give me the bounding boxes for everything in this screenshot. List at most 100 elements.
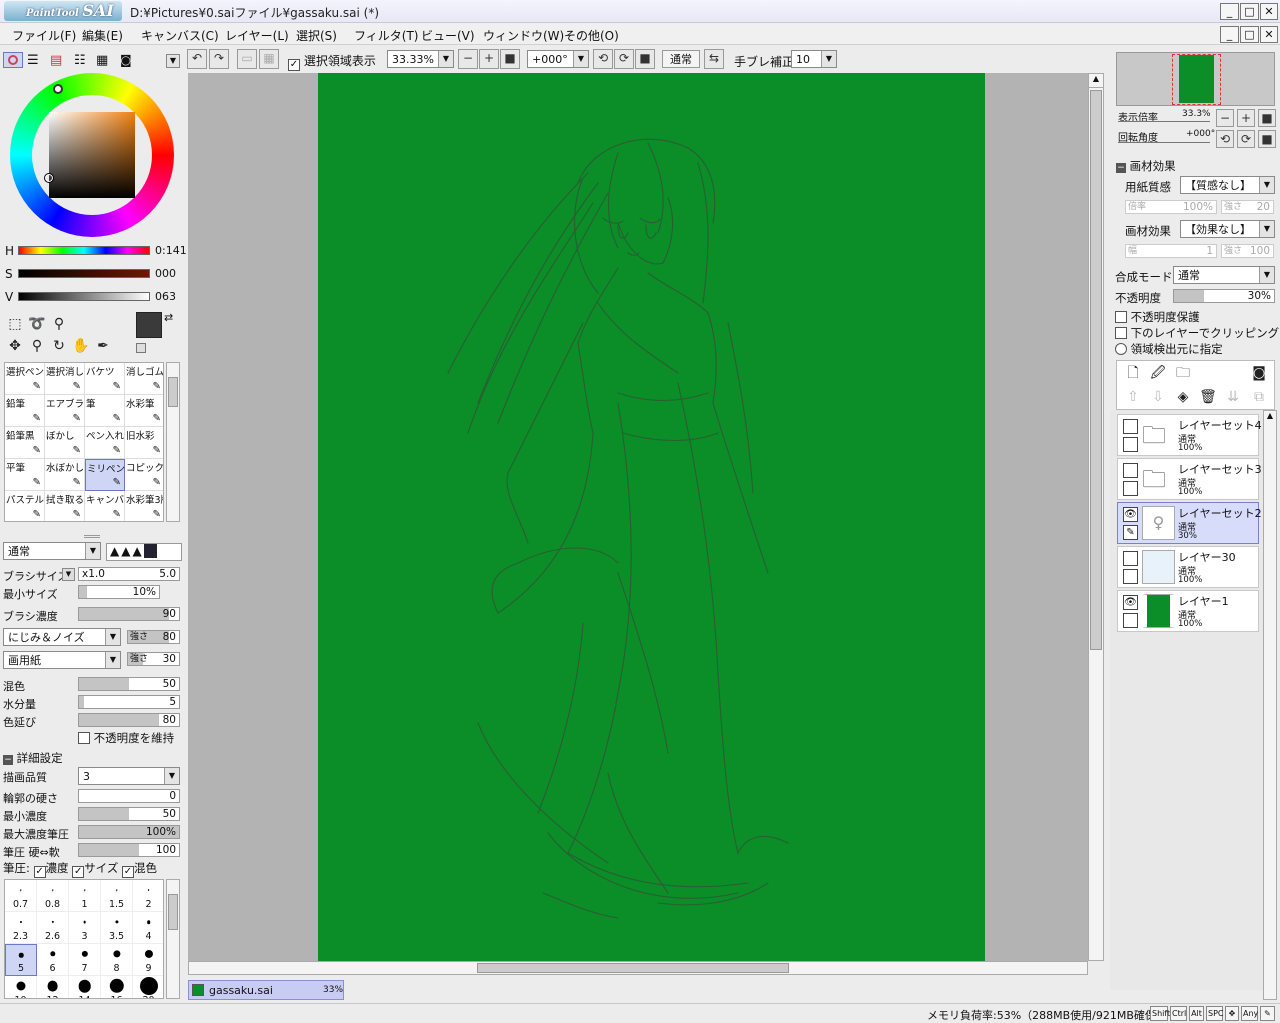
scroll-up-arrow[interactable]: ▲ — [1264, 411, 1276, 423]
visibility-toggle[interactable] — [1123, 419, 1138, 434]
doc-restore-button[interactable]: □ — [1240, 26, 1259, 43]
brush-tool-bucket[interactable]: バケツ ✎ — [85, 363, 125, 395]
eye-icon[interactable]: 👁 — [1123, 507, 1138, 522]
redo-button[interactable]: ↷ — [209, 49, 229, 69]
move-up-icon[interactable]: ⇧ — [1123, 387, 1143, 407]
zoom-reset-button[interactable]: ■ — [500, 49, 520, 69]
brush-size-preset[interactable]: 4 — [133, 912, 163, 944]
rect-select-icon[interactable]: ⬚ — [5, 314, 25, 334]
pressure-slider[interactable]: 100 — [78, 843, 180, 857]
brush-tool-eraser-select[interactable]: 選択消し ✎ — [45, 363, 85, 395]
brush-size-preset[interactable]: 12 — [37, 976, 69, 998]
hue-handle[interactable] — [53, 84, 63, 94]
primary-color-swatch[interactable] — [136, 312, 162, 338]
value-slider[interactable] — [18, 292, 150, 301]
scratchpad-tab[interactable]: ▦ — [96, 53, 108, 68]
move-down-icon[interactable]: ⇩ — [1148, 387, 1168, 407]
advanced-settings-toggle[interactable]: − 詳細設定 — [3, 750, 63, 766]
texture2-strength-slider[interactable]: 強さ画用紙30 — [127, 652, 180, 666]
eye-icon[interactable]: 👁 — [1123, 595, 1138, 610]
deselect-button[interactable]: ▭ — [237, 49, 257, 69]
scroll-thumb[interactable] — [477, 963, 789, 973]
layer-lock-toggle[interactable] — [1123, 569, 1138, 584]
brush-shape-selector[interactable]: ▲▲▲■ — [106, 543, 182, 561]
menu-edit[interactable]: 編集(E) — [82, 27, 123, 44]
navigator-view-rect[interactable] — [1172, 54, 1221, 105]
saturation-value-square[interactable] — [44, 112, 135, 198]
scroll-thumb[interactable] — [1090, 90, 1102, 650]
nav-zoom-in-button[interactable]: + — [1237, 109, 1255, 127]
swatch-tab[interactable]: ☷ — [74, 53, 86, 68]
paper-effect-select[interactable]: 【効果なし】 ▼ — [1180, 220, 1275, 238]
brush-size-preset[interactable]: 14 — [69, 976, 101, 998]
brush-size-preset[interactable]: 0.7 — [5, 880, 37, 912]
menu-filter[interactable]: フィルタ(T) — [354, 27, 418, 44]
selection-source-radio[interactable]: 領域検出元に指定 — [1115, 341, 1223, 357]
saturation-slider[interactable] — [18, 269, 150, 278]
rotate-right-button[interactable]: ⟳ — [614, 49, 634, 69]
visibility-toggle[interactable] — [1123, 463, 1138, 478]
brush-tool-marker[interactable]: コピック ✎ — [125, 459, 163, 491]
size-presets-scrollbar[interactable] — [166, 879, 180, 999]
layer-lock-toggle[interactable] — [1123, 613, 1138, 628]
canvas-viewport[interactable] — [188, 73, 1088, 961]
new-layer-icon[interactable]: 🗋 — [1123, 363, 1143, 383]
brush-size-preset[interactable]: 5 — [5, 944, 37, 976]
new-linework-layer-icon[interactable]: 🖉 — [1148, 363, 1168, 383]
minimize-button[interactable]: _ — [1220, 3, 1239, 20]
swap-colors-icon[interactable]: ⇄ — [164, 311, 173, 324]
water-slider[interactable]: 5 — [78, 695, 180, 709]
stabilizer-select[interactable]: 10 ▼ — [791, 50, 837, 68]
effect-width-slider[interactable]: 幅1 — [1125, 244, 1217, 258]
nav-zoom-out-button[interactable]: − — [1216, 109, 1234, 127]
size-mult-dropdown[interactable]: ▼ — [62, 568, 75, 581]
min-density-slider[interactable]: 50 — [78, 807, 180, 821]
maximize-button[interactable]: □ — [1240, 3, 1259, 20]
color-wheel-tab[interactable] — [3, 52, 23, 68]
canvas-horizontal-scrollbar[interactable] — [188, 961, 1088, 975]
menu-canvas[interactable]: キャンバス(C) — [141, 27, 219, 44]
blend-slider[interactable]: 50 — [78, 677, 180, 691]
brush-density-slider[interactable]: 90 — [78, 607, 180, 621]
undo-button[interactable]: ↶ — [187, 49, 207, 69]
paper-mult-slider[interactable]: 倍率 100% — [1125, 200, 1217, 214]
texture2-select[interactable]: 画用紙 ▼ — [3, 651, 121, 669]
canvas-vertical-scrollbar[interactable]: ▲ — [1088, 73, 1104, 961]
brush-size-preset[interactable]: 1 — [69, 880, 101, 912]
paper-strength-slider[interactable]: 強さ 20 — [1221, 200, 1274, 214]
brush-tool-pen-select[interactable]: 選択ペン ✎ — [5, 363, 45, 395]
menu-view[interactable]: ビュー(V) — [421, 27, 475, 44]
nav-zoom-slider[interactable] — [1118, 121, 1210, 122]
brush-size-preset[interactable]: 0.8 — [37, 880, 69, 912]
merge-visible-icon[interactable]: ⧉ — [1249, 387, 1269, 407]
brush-size-preset[interactable]: 6 — [37, 944, 69, 976]
zoom-out-button[interactable]: − — [458, 49, 478, 69]
brush-tool-eraser[interactable]: 消しゴム ✎ — [125, 363, 163, 395]
move-icon[interactable]: ✥ — [5, 336, 25, 356]
quality-select[interactable]: 3 ▼ — [78, 767, 180, 785]
brush-tool-water-blur[interactable]: 水ぼかし ✎ — [45, 459, 85, 491]
layer-mask-icon[interactable]: ◙ — [1249, 363, 1269, 383]
rotate-icon[interactable]: ↻ — [49, 336, 69, 356]
zoom-icon[interactable]: ⚲ — [27, 336, 47, 356]
layer-opacity-slider[interactable]: 30% — [1173, 289, 1275, 303]
nav-zoom-reset-button[interactable]: ■ — [1258, 109, 1276, 127]
rotate-reset-button[interactable]: ■ — [635, 49, 655, 69]
brush-tool-airbrush[interactable]: エアブラシ ✎ — [45, 395, 85, 427]
show-selection-toggle[interactable]: ✓ 選択領域表示 — [288, 52, 376, 71]
persistence-slider[interactable]: 80 — [78, 713, 180, 727]
pressure-size-checkbox[interactable]: ✓ サイズ — [72, 861, 118, 878]
texture1-select[interactable]: にじみ＆ノイズ ▼ — [3, 628, 121, 646]
menu-select[interactable]: 選択(S) — [296, 27, 337, 44]
paper-texture-select[interactable]: 【質感なし】 ▼ — [1180, 176, 1275, 194]
lasso-icon[interactable]: ➰ — [27, 314, 47, 334]
keep-opacity-checkbox[interactable]: 不透明度を維持 — [78, 730, 174, 746]
close-button[interactable]: ✕ — [1260, 3, 1278, 20]
paper-effect-toggle[interactable]: − 画材効果 — [1116, 158, 1176, 174]
brush-tool-pastel[interactable]: パステル風 ✎ — [5, 491, 45, 521]
brush-tool-pen[interactable]: ペン入れ ✎ — [85, 427, 125, 459]
trash-icon[interactable]: 🗑 — [1198, 387, 1218, 407]
brush-tool-pen[interactable]: ミリペン風 ✎ — [85, 459, 125, 491]
min-size-slider[interactable]: 10% — [78, 585, 160, 599]
pencil-icon[interactable]: ✎ — [1123, 525, 1138, 540]
